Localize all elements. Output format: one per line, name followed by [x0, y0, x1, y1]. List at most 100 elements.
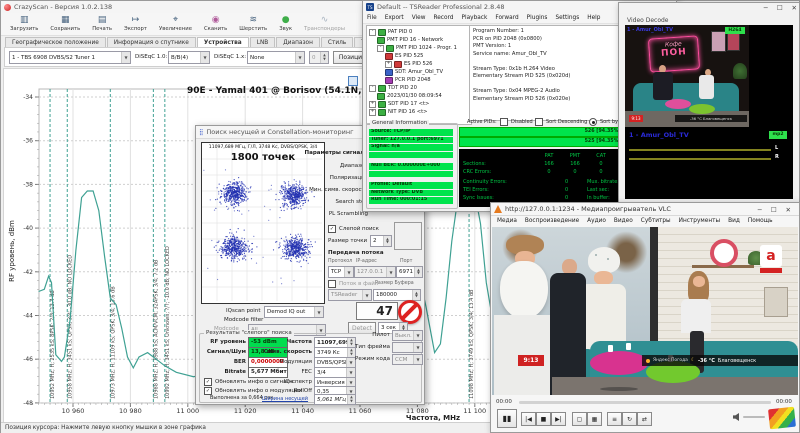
tree-item[interactable]: ES PID 525 [369, 52, 469, 60]
time-elapsed: 00:00 [496, 399, 512, 405]
speaker-icon[interactable] [733, 413, 739, 421]
tree-item[interactable]: +SDT PID 17 <t> [369, 100, 469, 108]
menu-file[interactable]: File [363, 15, 381, 21]
menu-view[interactable]: View [408, 15, 430, 21]
y-tick-label: -36 [23, 138, 33, 145]
checkbox-empty-icon [535, 118, 543, 126]
menu-playback[interactable]: Воспроизведение [521, 218, 583, 224]
collapse-icon[interactable]: - [369, 29, 376, 36]
bitrate-label: Bitrate [225, 369, 247, 375]
stat-value: 0 [565, 179, 568, 185]
vlc-video[interactable]: a 9:13 Яндекс Погода ☾ -36 ° [492, 227, 798, 395]
transponder-marker-label: 10988 MHz; H; 8988 kS; ACM/VCM; 32APSK; … [153, 259, 159, 399]
minimize-icon[interactable]: ─ [764, 4, 768, 12]
protocol-select[interactable]: TCP▼ [328, 266, 354, 278]
menu-subtitles[interactable]: Субтитры [637, 218, 675, 224]
iqscan-select[interactable]: Demod IQ out▼ [264, 306, 324, 318]
blind-results-label: Результаты "слепого" поиска [204, 330, 294, 336]
code-mode-select[interactable]: CCM▼ [392, 354, 423, 365]
sync-label: Sync Issues: [463, 195, 494, 201]
collapse-icon[interactable]: - [377, 45, 384, 52]
update-modulation-checkbox[interactable]: ✓Обновлять инфо о модуляции [204, 387, 302, 395]
sort-descending-checkbox[interactable]: Sort Descending [535, 118, 587, 126]
y-tick-label: -34 [23, 94, 33, 101]
tree-item[interactable]: PCR PID 2048 [369, 76, 469, 84]
expand-icon[interactable]: + [369, 109, 376, 116]
dot-size-stepper[interactable]: 2▲▼ [370, 235, 392, 247]
port-stepper[interactable]: 6971▲▼ [396, 266, 423, 278]
loop-button[interactable]: ↻ [622, 412, 637, 426]
rolloff-label: RollOff [294, 388, 312, 394]
tree-item[interactable]: -PMT PID 1024 - Progr. 1 [369, 44, 469, 52]
menu-video[interactable]: Видео [610, 218, 637, 224]
menu-help[interactable]: Помощь [744, 218, 777, 224]
weather-bar: Яндекс Погода ☾ -36 °C Благовещенск [642, 355, 798, 366]
menu-forward[interactable]: Forward [491, 15, 522, 21]
tree-item[interactable]: PMT PID 16 - Network [369, 36, 469, 44]
expand-icon[interactable]: + [385, 61, 392, 68]
carrier-search-title: Поиск несущей и Constellation-мониторинг [206, 128, 353, 136]
menu-export[interactable]: Export [381, 15, 408, 21]
bitrate-value: 5,677 Мбит [248, 367, 288, 378]
disabled-checkbox[interactable]: Disabled [500, 118, 533, 126]
pilot-select[interactable]: Выкл.▼ [392, 330, 423, 341]
stop-button[interactable]: ■ [536, 412, 551, 426]
tsreader-title: Default -- TSReader Professional 2.8.48 [377, 3, 505, 11]
video-decode-panel: Кофе ПОН 1 - Amur_Obl_TV H264 9:13 -36 °… [625, 25, 793, 199]
shuffle-button[interactable]: ⇄ [637, 412, 652, 426]
tree-item[interactable]: 2023/01/30 08:09:54 [369, 92, 469, 100]
menu-plugins[interactable]: Plugins [523, 15, 552, 21]
maximize-icon[interactable]: ☐ [771, 206, 777, 214]
menu-media[interactable]: Медиа [493, 218, 521, 224]
carrier-width-link[interactable]: Ширина несущей [262, 396, 308, 402]
close-icon[interactable]: ✕ [792, 4, 797, 12]
tree-item[interactable]: +NIT PID 16 <t> [369, 108, 469, 116]
stream-to-file-checkbox[interactable]: Поток в файл [328, 280, 378, 288]
crc-label: CRC Errors: [463, 169, 491, 175]
fullscreen-button[interactable]: ▢ [572, 412, 587, 426]
iq-spectrum-label: IQ-спектр [284, 379, 312, 385]
expand-icon[interactable]: + [369, 101, 376, 108]
file-target-select[interactable]: TSReader▼ [328, 289, 372, 301]
menu-record[interactable]: Record [429, 15, 457, 21]
gen-info-row: Source: TCP/IP [369, 129, 453, 136]
next-button[interactable]: ▶| [551, 412, 566, 426]
menu-tools[interactable]: Инструменты [675, 218, 724, 224]
pause-button[interactable]: ▮▮ [497, 409, 517, 428]
channel-logo-banner [760, 268, 782, 273]
tree-item[interactable]: +ES PID 526 [369, 60, 469, 68]
weather-ticker: -36 °C Благовещенск [675, 115, 747, 122]
playlist-button[interactable]: ≡ [607, 412, 622, 426]
tree-item[interactable]: -TDT PID 20 [369, 84, 469, 92]
volume-slider[interactable] [743, 416, 765, 418]
modcode-filter-label: Modcode filter [224, 317, 263, 323]
pink-table [665, 99, 691, 109]
collapse-icon[interactable]: - [369, 85, 376, 92]
blind-search-checkbox[interactable]: ✓Слепой поиск [328, 225, 379, 233]
tree-item[interactable]: -PAT PID 0 [369, 28, 469, 36]
audio-meter-right [629, 158, 771, 160]
menu-audio[interactable]: Аудио [583, 218, 610, 224]
menu-view[interactable]: Вид [724, 218, 744, 224]
stop-stream-button[interactable] [398, 300, 422, 324]
carrier-width-value[interactable]: 5,061 МГц▲▼ [314, 394, 356, 405]
chevron-down-icon: ▼ [413, 343, 422, 352]
close-icon[interactable]: ✕ [786, 206, 791, 214]
transponder-marker-label: 10958 MHz; H; 3451 kS; QPSK; 3/4; -30.0 … [67, 255, 73, 399]
constellation-thumbnail[interactable] [394, 222, 422, 250]
stat-value: 0 [565, 187, 568, 193]
ip-select[interactable]: 127.0.0.1▼ [354, 266, 396, 278]
maximize-icon[interactable]: ☐ [777, 4, 783, 12]
menu-help[interactable]: Help [583, 15, 604, 21]
menu-settings[interactable]: Settings [551, 15, 583, 21]
tree-item[interactable]: SDT: Amur_Obl_TV [369, 68, 469, 76]
frame-type-select[interactable]: ▼ [392, 342, 423, 353]
psi-tree-panel[interactable]: -PAT PID 0 PMT PID 16 - Network -PMT PID… [366, 25, 472, 125]
seek-bar[interactable] [519, 401, 771, 404]
previous-button[interactable]: |◀ [521, 412, 536, 426]
update-signal-checkbox[interactable]: ✓Обновлять инфо о сигнале [204, 378, 293, 386]
minimize-icon[interactable]: ─ [758, 206, 762, 214]
stat-col: PMT [565, 153, 585, 159]
extended-settings-button[interactable]: ▦ [587, 412, 602, 426]
menu-playback[interactable]: Playback [457, 15, 491, 21]
